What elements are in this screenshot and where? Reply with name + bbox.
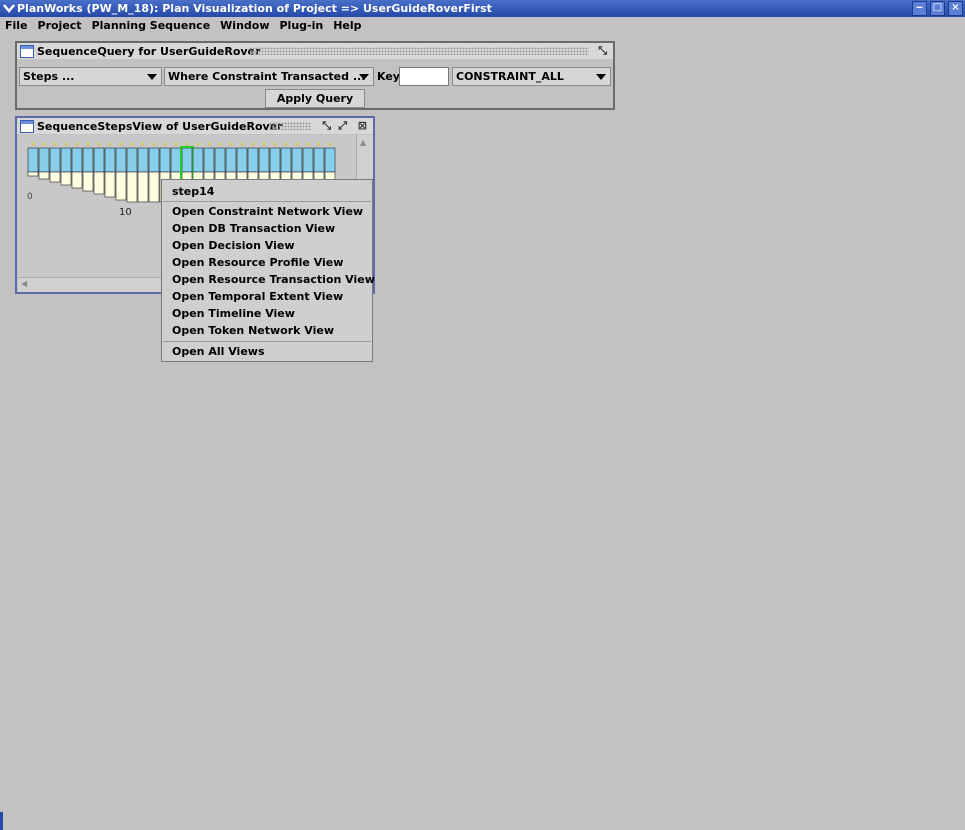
scroll-up-icon[interactable]: ▲	[360, 138, 366, 147]
close-icon[interactable]: ×	[948, 1, 963, 16]
steps-combo[interactable]: Steps ...	[19, 67, 162, 86]
menu-item-db-transaction[interactable]: Open DB Transaction View	[172, 222, 335, 235]
menubar: File Project Planning Sequence Window Pl…	[0, 17, 965, 35]
menu-item-timeline[interactable]: Open Timeline View	[172, 307, 295, 320]
chevron-down-icon	[359, 74, 369, 80]
step-bar[interactable]	[93, 142, 105, 195]
key-label: Key	[377, 70, 400, 83]
step-bar[interactable]	[38, 142, 50, 180]
step-bar[interactable]	[126, 142, 138, 203]
sequence-query-frame-title: SequenceQuery for UserGuideRover	[37, 45, 261, 58]
menu-item-temporal-extent[interactable]: Open Temporal Extent View	[172, 290, 343, 303]
menu-item-decision[interactable]: Open Decision View	[172, 239, 294, 252]
maximize-frame-icon[interactable]: ⤢	[338, 119, 347, 133]
menu-project[interactable]: Project	[33, 17, 87, 35]
context-menu-header: step14	[172, 185, 215, 198]
menu-help[interactable]: Help	[328, 17, 366, 35]
menu-separator	[163, 341, 371, 342]
where-combo[interactable]: Where Constraint Transacted ...	[164, 67, 374, 86]
sequence-query-frame-header[interactable]: SequenceQuery for UserGuideRover ⤡	[17, 43, 613, 59]
step-bar[interactable]	[104, 142, 116, 198]
window-title: PlanWorks (PW_M_18): Plan Visualization …	[17, 2, 492, 15]
maximize-icon[interactable]: □	[930, 1, 945, 16]
menu-separator	[163, 201, 371, 202]
step-bar[interactable]	[71, 142, 83, 189]
sequence-steps-frame-title: SequenceStepsView of UserGuideRover	[37, 120, 283, 133]
step-bar[interactable]	[137, 142, 149, 203]
menu-item-resource-transaction[interactable]: Open Resource Transaction View	[172, 273, 375, 286]
chevron-down-icon	[147, 74, 157, 80]
close-frame-icon[interactable]: ⊠	[358, 119, 367, 132]
menu-file[interactable]: File	[0, 17, 33, 35]
apply-query-button[interactable]: Apply Query	[265, 89, 365, 108]
title-grip	[269, 122, 311, 130]
menu-item-resource-profile[interactable]: Open Resource Profile View	[172, 256, 343, 269]
step-bar[interactable]	[115, 142, 127, 201]
menu-plug-in[interactable]: Plug-in	[275, 17, 329, 35]
iconify-icon[interactable]: ⤡	[322, 119, 331, 133]
title-grip	[249, 47, 589, 55]
step-context-menu: step14 Open Constraint Network View Open…	[161, 179, 375, 362]
step-bar[interactable]	[148, 142, 160, 203]
menu-item-constraint-network[interactable]: Open Constraint Network View	[172, 205, 363, 218]
window-menu-icon[interactable]	[3, 1, 15, 15]
sequence-query-frame: SequenceQuery for UserGuideRover ⤡ Steps…	[15, 41, 615, 110]
menu-item-token-network[interactable]: Open Token Network View	[172, 324, 334, 337]
menu-window[interactable]: Window	[215, 17, 274, 35]
menu-planning-sequence[interactable]: Planning Sequence	[87, 17, 216, 35]
sequence-steps-frame-header[interactable]: SequenceStepsView of UserGuideRover ⤡ ⤢ …	[17, 118, 373, 134]
window-titlebar[interactable]: PlanWorks (PW_M_18): Plan Visualization …	[0, 0, 965, 17]
menu-item-open-all-views[interactable]: Open All Views	[172, 345, 265, 358]
step-bar[interactable]	[27, 142, 39, 177]
step-bar[interactable]	[60, 142, 72, 186]
step-bar[interactable]	[49, 142, 61, 183]
scroll-left-icon[interactable]: ◀	[21, 279, 27, 288]
window-edge	[0, 812, 3, 830]
key-input[interactable]	[399, 67, 449, 86]
frame-icon	[20, 120, 34, 133]
minimize-icon[interactable]: ‒	[912, 1, 927, 16]
step-bar[interactable]	[82, 142, 94, 192]
chevron-down-icon	[596, 74, 606, 80]
axis-label-0: 0	[27, 192, 33, 202]
constraint-combo[interactable]: CONSTRAINT_ALL	[452, 67, 611, 86]
iconify-icon[interactable]: ⤡	[598, 44, 607, 58]
frame-icon	[20, 45, 34, 58]
axis-label-10: 10	[119, 207, 132, 218]
